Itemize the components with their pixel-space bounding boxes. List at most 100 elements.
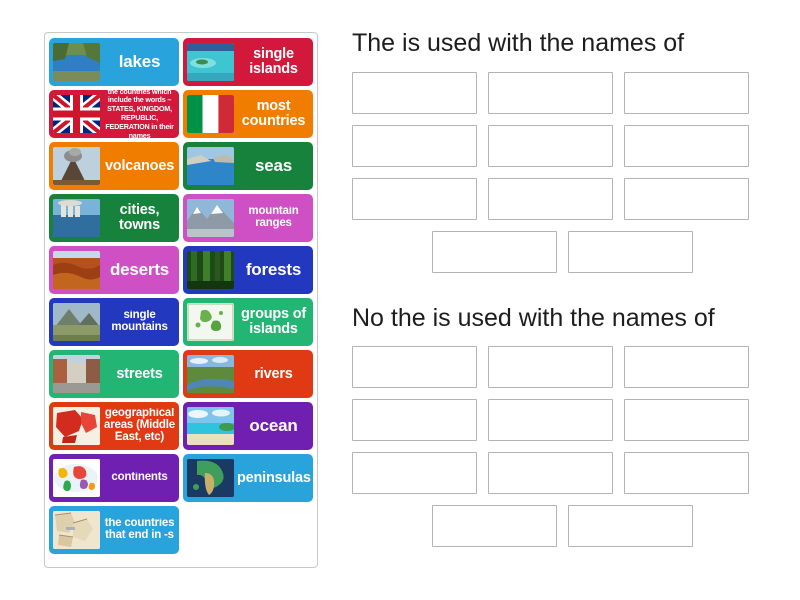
drop-zone[interactable]: [352, 124, 477, 167]
tile-label: groups of islands: [240, 307, 307, 337]
drop-zone[interactable]: [567, 230, 693, 273]
drop-zone[interactable]: [624, 177, 749, 220]
activity-page: lakes single islands the countries which i…: [0, 0, 800, 600]
island-photo-icon: [187, 43, 234, 81]
drop-zone[interactable]: [488, 124, 613, 167]
tile-label: most countries: [241, 99, 306, 129]
ocean-photo-icon: [187, 407, 234, 445]
tile-row: volcanoes seas: [49, 142, 313, 190]
drop-zone[interactable]: [488, 399, 613, 441]
drop-zone-row: [352, 124, 772, 167]
drop-zone[interactable]: [624, 124, 749, 167]
group-separator: [352, 284, 772, 305]
drop-zone[interactable]: [488, 71, 613, 114]
drop-zone[interactable]: [624, 346, 749, 388]
drop-zone-row: [352, 505, 772, 547]
drop-zone[interactable]: [352, 452, 477, 494]
drop-zone[interactable]: [488, 177, 613, 220]
street-photo-icon: [53, 355, 100, 393]
draggable-tile[interactable]: groups of islands: [183, 298, 313, 346]
answer-area: The is used with the names of No the is u…: [352, 29, 772, 558]
lake-photo-icon: [53, 43, 100, 81]
drop-zone[interactable]: [431, 505, 557, 547]
drop-zone[interactable]: [431, 230, 557, 273]
draggable-tile[interactable]: continents: [49, 454, 179, 502]
group-heading: The is used with the names of: [352, 29, 685, 57]
drop-zone-row: [352, 230, 772, 273]
tile-label: single mountains: [111, 310, 168, 333]
tile-label: ocean: [249, 417, 298, 435]
italy-flag-icon: [187, 95, 234, 133]
draggable-tile[interactable]: streets: [49, 350, 179, 398]
drop-zone[interactable]: [624, 452, 749, 494]
tile-label: mountain ranges: [248, 206, 299, 229]
draggable-tile[interactable]: peninsulas: [183, 454, 313, 502]
drop-zone-row: [352, 71, 772, 114]
draggable-tile[interactable]: geographical areas (Middle East, etc): [49, 402, 179, 450]
drop-zone[interactable]: [567, 505, 693, 547]
middle-east-map-icon: [53, 407, 100, 445]
island-map-icon: [187, 303, 234, 341]
draggable-tile[interactable]: single islands: [183, 38, 313, 86]
drop-zone[interactable]: [352, 346, 477, 388]
draggable-tile[interactable]: ocean: [183, 402, 313, 450]
drop-zone[interactable]: [624, 71, 749, 114]
sea-photo-icon: [187, 147, 234, 185]
draggable-tile[interactable]: the countries which include the words – …: [49, 90, 179, 138]
draggable-tile[interactable]: forests: [183, 246, 313, 294]
tile-row: lakes single islands: [49, 38, 313, 86]
forest-photo-icon: [187, 251, 234, 289]
tile-label: single islands: [249, 47, 298, 77]
drop-zone-row: [352, 452, 772, 494]
drop-zone-row: [352, 177, 772, 220]
drop-zone[interactable]: [352, 71, 477, 114]
draggable-tile[interactable]: rivers: [183, 350, 313, 398]
tile-row: cities, towns mountain ranges: [49, 194, 313, 242]
tile-slot-empty: [183, 506, 313, 554]
drop-zone-row: [352, 346, 772, 388]
tile-row: the countries that end in -s: [49, 506, 313, 554]
tile-label: lakes: [118, 53, 161, 71]
tile-row: single mountains groups of islands: [49, 298, 313, 346]
tile-label: geographical areas (Middle East, etc): [104, 408, 175, 443]
draggable-tile[interactable]: mountain ranges: [183, 194, 313, 242]
single-mountain-photo-icon: [53, 303, 100, 341]
draggable-tile[interactable]: deserts: [49, 246, 179, 294]
tile-label: volcanoes: [104, 158, 175, 174]
tile-label: cities, towns: [119, 203, 160, 233]
draggable-tile[interactable]: most countries: [183, 90, 313, 138]
draggable-tile[interactable]: cities, towns: [49, 194, 179, 242]
drop-zone[interactable]: [624, 399, 749, 441]
tile-panel: lakes single islands the countries which i…: [44, 32, 318, 568]
group-heading: No the is used with the names of: [352, 303, 715, 332]
drop-zone-row: [352, 399, 772, 441]
tile-label: streets: [116, 366, 163, 382]
peninsula-map-icon: [187, 459, 234, 497]
drop-zone[interactable]: [352, 177, 477, 220]
volcano-photo-icon: [53, 147, 100, 185]
draggable-tile[interactable]: seas: [183, 142, 313, 190]
drop-zone[interactable]: [488, 346, 613, 388]
tile-row: the countries which include the words – …: [49, 90, 313, 138]
tile-label: deserts: [109, 261, 170, 279]
draggable-tile[interactable]: volcanoes: [49, 142, 179, 190]
tile-row: streets rivers: [49, 350, 313, 398]
countries-map-icon: [53, 511, 100, 549]
tile-label: the countries that end in -s: [104, 518, 175, 541]
drop-zone[interactable]: [352, 399, 477, 441]
tile-label: the countries which include the words – …: [105, 90, 174, 138]
draggable-tile[interactable]: single mountains: [49, 298, 179, 346]
tile-label: rivers: [254, 366, 293, 382]
draggable-tile[interactable]: the countries that end in -s: [49, 506, 179, 554]
tile-label: seas: [254, 157, 293, 175]
draggable-tile[interactable]: lakes: [49, 38, 179, 86]
drop-zone[interactable]: [488, 452, 613, 494]
tile-label: forests: [245, 261, 302, 279]
tile-label: continents: [111, 472, 168, 484]
mountains-photo-icon: [187, 199, 234, 237]
uk-flag-icon: [53, 95, 100, 133]
tile-row: deserts forests: [49, 246, 313, 294]
city-photo-icon: [53, 199, 100, 237]
continents-map-icon: [53, 459, 100, 497]
tile-label: peninsulas: [237, 470, 311, 486]
